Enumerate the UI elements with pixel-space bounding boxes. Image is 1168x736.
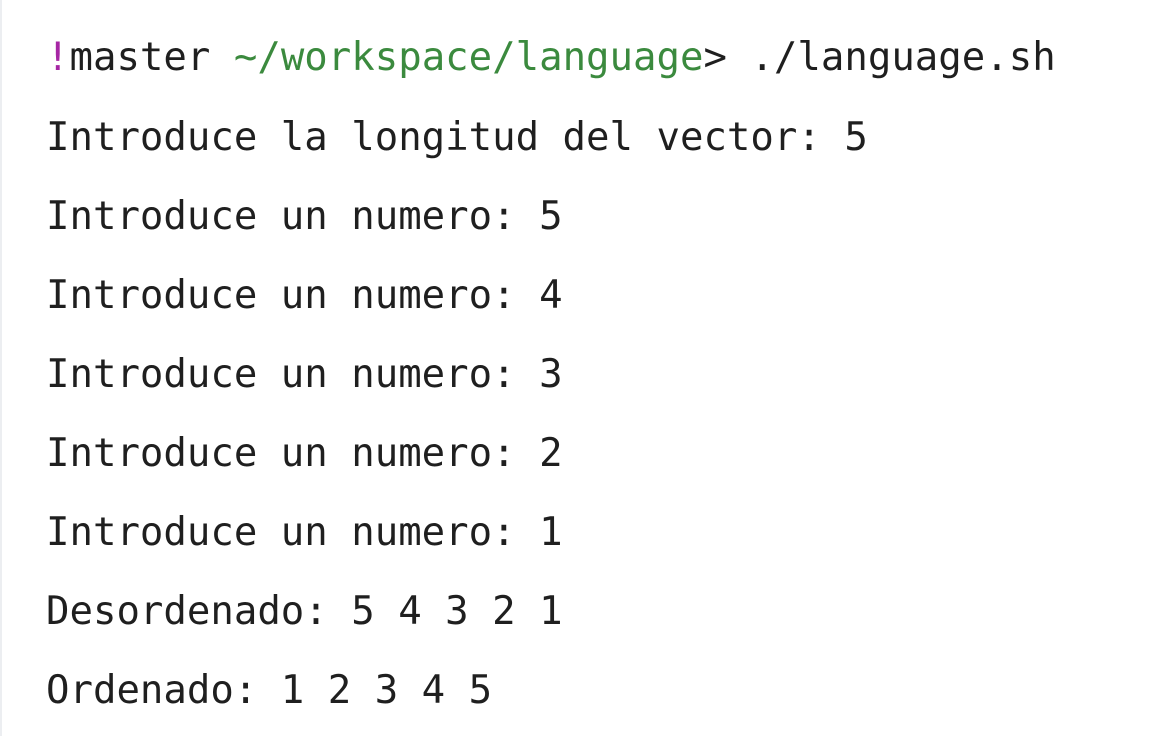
prompt-path: ~/workspace/language <box>233 35 704 80</box>
output-line: Introduce un numero: 2 <box>46 431 563 476</box>
prompt-command: ./language.sh <box>750 35 1056 80</box>
terminal-output[interactable]: !master ~/workspace/language> ./language… <box>0 0 1168 736</box>
output-line: Introduce un numero: 1 <box>46 510 563 555</box>
prompt-line: !master ~/workspace/language> ./language… <box>46 38 1056 82</box>
output-line: Introduce un numero: 4 <box>46 273 563 318</box>
prompt-symbol: > <box>703 35 727 80</box>
output-line: Ordenado: 1 2 3 4 5 <box>46 668 493 713</box>
output-line: Introduce la longitud del vector: 5 <box>46 115 868 160</box>
prompt-status-marker: ! <box>46 35 70 80</box>
prompt-branch: master <box>69 35 211 80</box>
output-line: Introduce un numero: 5 <box>46 194 563 239</box>
output-line: Introduce un numero: 3 <box>46 352 563 397</box>
output-line: Desordenado: 5 4 3 2 1 <box>46 589 563 634</box>
